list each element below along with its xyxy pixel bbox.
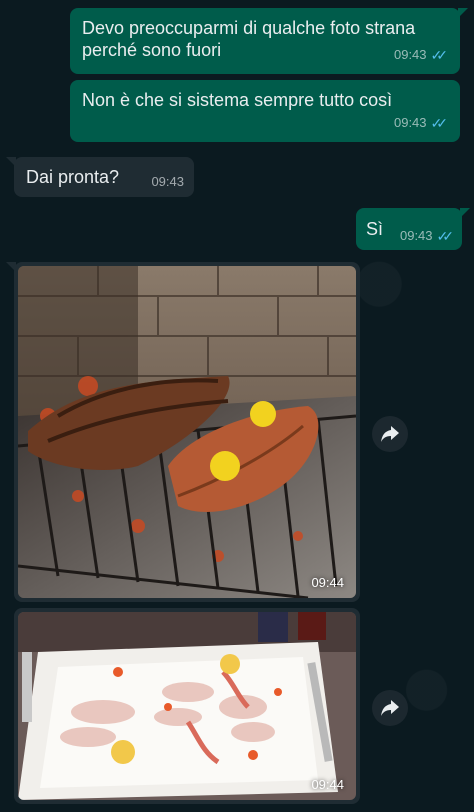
double-check-icon: ✓✓ xyxy=(430,47,449,63)
message-bubble-outgoing[interactable]: Sì 09:43 ✓✓ xyxy=(356,208,470,250)
message-meta: 09:43 ✓✓ xyxy=(400,225,454,247)
double-check-icon: ✓✓ xyxy=(430,115,449,131)
photo-fish-carpaccio[interactable]: 09:44 xyxy=(18,612,356,800)
forward-icon xyxy=(381,700,399,716)
steak-photo-illustration xyxy=(18,266,356,598)
message-bubble-outgoing[interactable]: Non è che si sistema sempre tutto così 0… xyxy=(70,80,460,142)
forward-button[interactable] xyxy=(372,416,408,452)
message-text: Devo preoccuparmi di qualche foto strana… xyxy=(82,18,416,60)
forward-icon xyxy=(381,426,399,442)
image-time: 09:44 xyxy=(311,777,344,792)
image-message[interactable]: 09:44 xyxy=(14,608,360,804)
photo-grilled-steaks[interactable]: 09:44 xyxy=(18,266,356,598)
message-time: 09:43 xyxy=(399,228,433,243)
forward-button[interactable] xyxy=(372,690,408,726)
message-meta: 09:43 ✓✓ xyxy=(394,44,448,66)
image-time: 09:44 xyxy=(311,575,344,590)
message-text: Dai pronta? xyxy=(26,167,120,187)
message-meta: 09:43 xyxy=(151,171,184,193)
double-check-icon: ✓✓ xyxy=(436,228,455,244)
message-bubble-outgoing[interactable]: Devo preoccuparmi di qualche foto strana… xyxy=(70,8,468,74)
message-time: 09:43 xyxy=(393,115,427,130)
message-time: 09:43 xyxy=(151,174,184,189)
message-text: Non è che si sistema sempre tutto così xyxy=(82,90,393,110)
carpaccio-photo-illustration xyxy=(18,612,356,800)
message-time: 09:43 xyxy=(393,47,427,62)
message-bubble-incoming[interactable]: Dai pronta? 09:43 xyxy=(6,157,194,197)
message-text: Sì xyxy=(366,219,384,239)
image-message[interactable]: 09:44 xyxy=(6,262,360,602)
message-meta: 09:43 ✓✓ xyxy=(394,112,448,134)
